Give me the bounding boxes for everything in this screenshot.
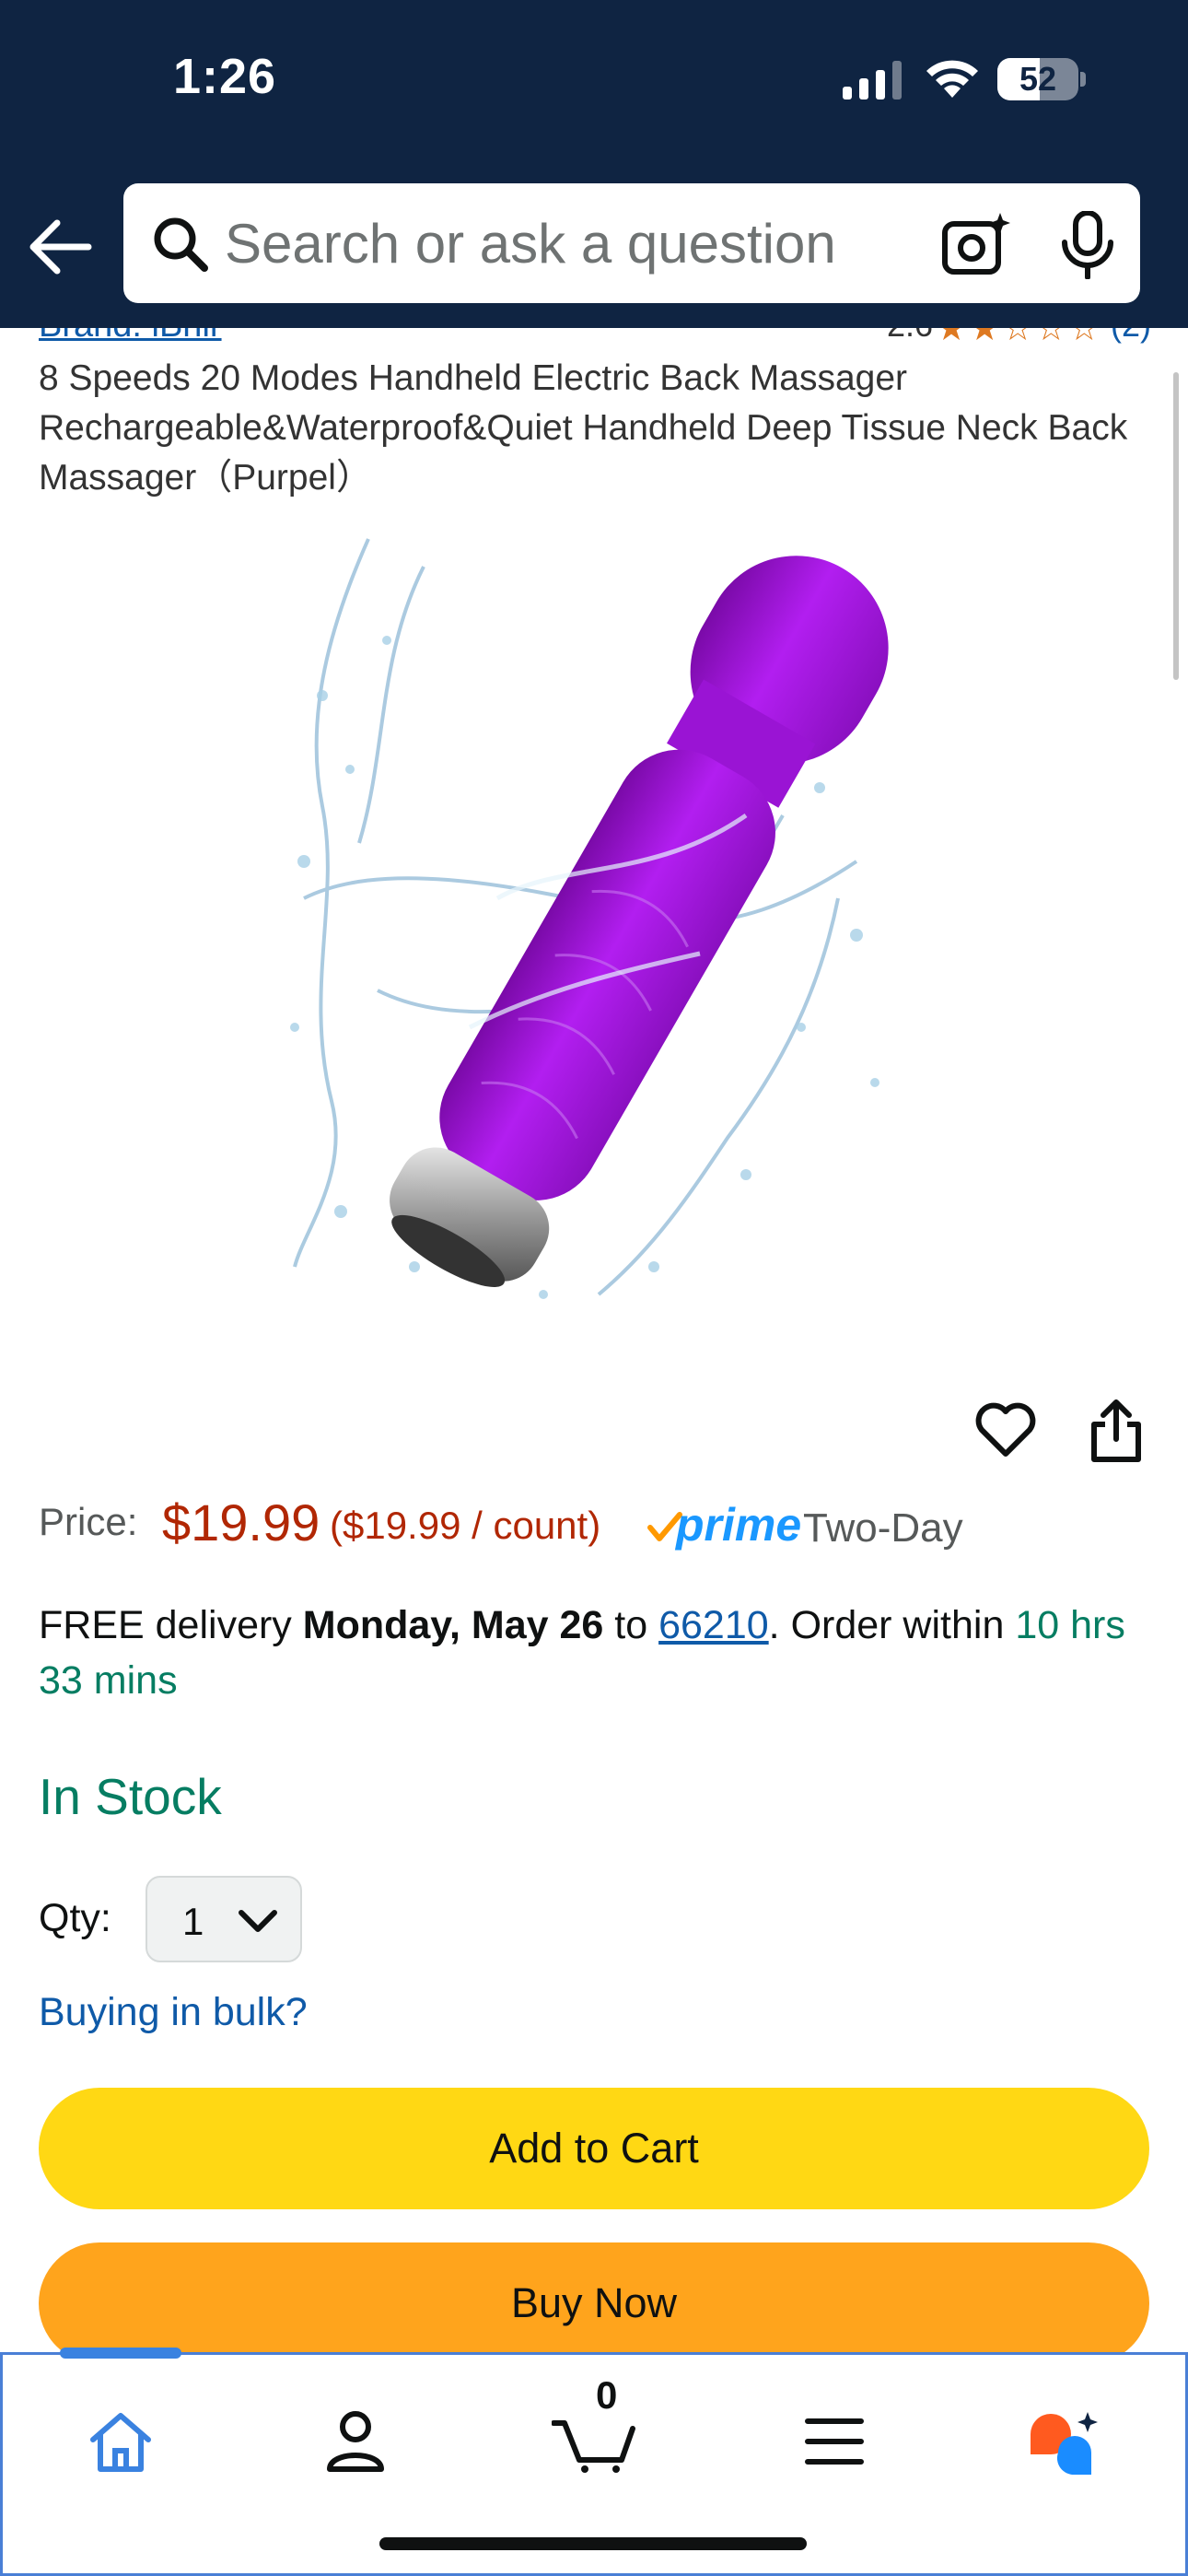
delivery-order-within: . Order within <box>768 1603 1016 1647</box>
product-title: 8 Speeds 20 Modes Handheld Electric Back… <box>39 358 1128 498</box>
buy-now-button[interactable]: Buy Now <box>39 2242 1149 2364</box>
delivery-prefix: FREE delivery <box>39 1603 303 1647</box>
battery-level: 52 <box>1019 60 1057 98</box>
quantity-label: Qty: <box>39 1896 111 1940</box>
price-label: Price: <box>39 1500 138 1543</box>
buying-in-bulk-link[interactable]: Buying in bulk? <box>39 1990 308 2035</box>
delivery-to: to <box>603 1603 659 1647</box>
search-icon <box>154 217 208 272</box>
status-time: 1:26 <box>173 49 277 104</box>
app-header: 1:26 52 <box>0 0 1188 328</box>
search-input[interactable] <box>225 202 998 285</box>
share-icon[interactable] <box>1089 1399 1144 1463</box>
delivery-message: FREE delivery Monday, May 26 to 66210. O… <box>39 1598 1153 1708</box>
brand-link[interactable]: Brand: iBnir <box>39 328 222 345</box>
rating-count[interactable]: (2) <box>1111 328 1151 345</box>
microphone-icon[interactable] <box>1057 211 1118 279</box>
scrollbar[interactable] <box>1173 372 1179 680</box>
rufus-assistant-icon[interactable] <box>1027 2410 1102 2476</box>
chevron-down-icon <box>239 1910 277 1932</box>
rating-value: 2.6 <box>887 328 933 345</box>
product-image[interactable] <box>267 511 930 1322</box>
wifi-icon <box>926 60 978 98</box>
zip-code-link[interactable]: 66210 <box>658 1603 769 1647</box>
search-bar[interactable] <box>123 183 1140 303</box>
menu-icon[interactable] <box>804 2416 865 2467</box>
prime-badge: prime <box>676 1499 802 1551</box>
account-icon[interactable] <box>325 2410 386 2473</box>
cart-count: 0 <box>596 2373 618 2417</box>
cart-icon[interactable] <box>552 2381 636 2473</box>
cellular-signal-icon <box>843 61 902 100</box>
quantity-value: 1 <box>182 1900 204 1943</box>
camera-search-icon[interactable] <box>941 211 1015 277</box>
price-amount: $19.99 <box>162 1493 320 1551</box>
rating-stars[interactable]: ★★☆☆☆ <box>936 328 1101 348</box>
add-to-cart-button[interactable]: Add to Cart <box>39 2088 1149 2209</box>
quantity-dropdown[interactable]: 1 <box>146 1876 302 1962</box>
battery-icon: 52 <box>997 58 1086 100</box>
back-arrow-icon[interactable] <box>24 210 98 284</box>
stock-status: In Stock <box>39 1768 222 1825</box>
home-icon[interactable] <box>87 2410 154 2475</box>
prime-speed: Two-Day <box>803 1505 963 1551</box>
price-row: Price: $19.99 ($19.99 / count) prime Two… <box>39 1493 1162 1557</box>
brand-rating-row: Brand: iBnir 2.6 ★★☆☆☆ (2) <box>0 328 1188 348</box>
delivery-date: Monday, May 26 <box>302 1603 604 1647</box>
heart-icon[interactable] <box>974 1402 1037 1458</box>
active-tab-indicator <box>60 2348 181 2359</box>
unit-price: ($19.99 / count) <box>330 1504 601 1547</box>
home-indicator[interactable] <box>379 2537 807 2550</box>
